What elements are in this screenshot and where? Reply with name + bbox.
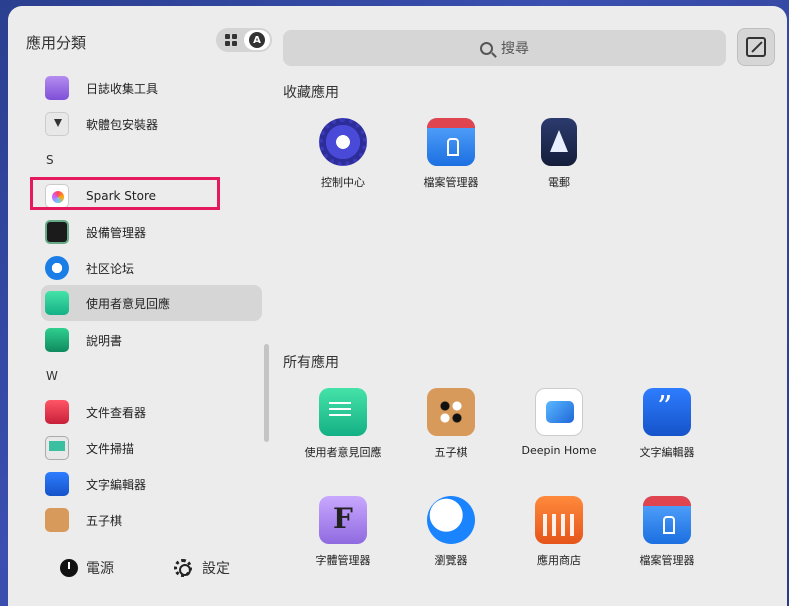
file-manager-icon xyxy=(427,118,475,166)
app-feedback[interactable]: 使用者意見回應 xyxy=(289,388,397,460)
file-manager-icon xyxy=(643,496,691,544)
power-icon xyxy=(60,559,78,577)
grid-icon xyxy=(225,34,237,46)
app-label: 檔案管理器 xyxy=(639,554,695,567)
power-label: 電源 xyxy=(86,561,114,577)
feedback-icon xyxy=(45,291,69,315)
font-manager-icon xyxy=(319,496,367,544)
sidebar-item-label: 社区论坛 xyxy=(86,261,135,276)
app-label: Deepin Home xyxy=(521,444,597,457)
device-manager-icon xyxy=(45,220,69,244)
sidebar-item-manual[interactable]: 說明書 xyxy=(41,322,262,358)
app-label: 檔案管理器 xyxy=(423,176,479,189)
app-control-center[interactable]: 控制中心 xyxy=(289,118,397,190)
power-button[interactable]: 電源 xyxy=(60,558,114,578)
sidebar-item-feedback[interactable]: 使用者意見回應 xyxy=(41,285,262,321)
sidebar-item-device-manager[interactable]: 設備管理器 xyxy=(41,214,262,250)
search-placeholder: 搜尋 xyxy=(501,41,529,57)
gomoku-icon xyxy=(45,508,69,532)
sidebar-item-label: 文字編輯器 xyxy=(86,477,147,492)
app-app-store[interactable]: 應用商店 xyxy=(505,496,613,568)
community-forum-icon xyxy=(45,256,69,280)
manual-icon xyxy=(45,328,69,352)
bottom-bar: 電源 設定 xyxy=(8,558,273,588)
sidebar-item-label: 使用者意見回應 xyxy=(86,296,171,311)
mail-icon xyxy=(541,118,577,166)
sidebar-item-community-forum[interactable]: 社区论坛 xyxy=(41,250,262,286)
app-deepin-home[interactable]: Deepin Home xyxy=(505,388,613,457)
app-browser[interactable]: 瀏覽器 xyxy=(397,496,505,568)
settings-button[interactable]: 設定 xyxy=(174,558,230,578)
app-label: 應用商店 xyxy=(537,554,581,567)
sidebar-item-label: 文件查看器 xyxy=(86,405,147,420)
document-scanner-icon xyxy=(45,436,69,460)
sidebar-scrollbar[interactable] xyxy=(264,344,269,442)
text-editor-icon xyxy=(45,472,69,496)
sidebar-item-text-editor[interactable]: 文字編輯器 xyxy=(41,466,262,502)
app-label: 字體管理器 xyxy=(315,554,371,567)
app-mail[interactable]: 電郵 xyxy=(505,118,613,190)
log-collector-icon xyxy=(45,76,69,100)
alphabetical-view-button[interactable]: A xyxy=(244,30,270,50)
fullscreen-button[interactable] xyxy=(737,28,775,66)
favorites-title: 收藏應用 xyxy=(283,85,339,101)
sidebar-item-package-installer[interactable]: 軟體包安裝器 xyxy=(41,106,262,142)
expand-icon xyxy=(746,37,766,57)
feedback-icon xyxy=(319,388,367,436)
letter-header-s: S xyxy=(46,153,54,167)
sidebar-item-label: 五子棋 xyxy=(86,513,123,528)
package-installer-icon xyxy=(45,112,69,136)
category-view-button[interactable] xyxy=(218,30,244,50)
app-file-manager-2[interactable]: 檔案管理器 xyxy=(613,496,721,568)
browser-icon xyxy=(427,496,475,544)
document-viewer-icon xyxy=(45,400,69,424)
app-gomoku[interactable]: 五子棋 xyxy=(397,388,505,460)
sidebar-item-document-scanner[interactable]: 文件掃描 xyxy=(41,430,262,466)
sidebar-item-log-collector[interactable]: 日誌收集工具 xyxy=(41,70,262,106)
app-label: 電郵 xyxy=(548,176,570,189)
app-label: 文字編輯器 xyxy=(639,446,695,459)
app-label: 控制中心 xyxy=(321,176,365,189)
launcher-panel: 應用分類 A 日誌收集工具 軟體包安裝器 S Spark Store 設備管理器 xyxy=(8,6,787,606)
text-editor-icon xyxy=(643,388,691,436)
sidebar-item-label: 說明書 xyxy=(86,333,123,348)
sidebar-item-label: 日誌收集工具 xyxy=(86,81,159,96)
sidebar-item-label: 設備管理器 xyxy=(86,225,147,240)
gear-icon xyxy=(174,559,192,577)
category-sidebar: 應用分類 A 日誌收集工具 軟體包安裝器 S Spark Store 設備管理器 xyxy=(8,6,273,606)
view-mode-toggle[interactable]: A xyxy=(216,28,272,52)
search-icon xyxy=(480,41,493,55)
app-store-icon xyxy=(535,496,583,544)
sidebar-item-label: 文件掃描 xyxy=(86,441,135,456)
all-apps-title: 所有應用 xyxy=(283,355,339,371)
app-text-editor[interactable]: 文字編輯器 xyxy=(613,388,721,460)
alphabet-icon: A xyxy=(249,32,265,48)
sidebar-item-label: 軟體包安裝器 xyxy=(86,117,159,132)
app-font-manager[interactable]: 字體管理器 xyxy=(289,496,397,568)
app-label: 瀏覽器 xyxy=(434,554,468,567)
gomoku-icon xyxy=(427,388,475,436)
sidebar-item-gomoku[interactable]: 五子棋 xyxy=(41,502,262,538)
settings-label: 設定 xyxy=(202,561,230,577)
deepin-home-icon xyxy=(535,388,583,436)
sidebar-title: 應用分類 xyxy=(26,34,87,52)
search-input[interactable]: 搜尋 xyxy=(283,30,726,66)
letter-header-w: W xyxy=(46,369,58,383)
app-file-manager[interactable]: 檔案管理器 xyxy=(397,118,505,190)
control-center-icon xyxy=(319,118,367,166)
sidebar-item-document-viewer[interactable]: 文件查看器 xyxy=(41,394,262,430)
app-label: 使用者意見回應 xyxy=(304,446,382,459)
app-label: 五子棋 xyxy=(434,446,468,459)
selection-highlight-box xyxy=(30,177,220,210)
